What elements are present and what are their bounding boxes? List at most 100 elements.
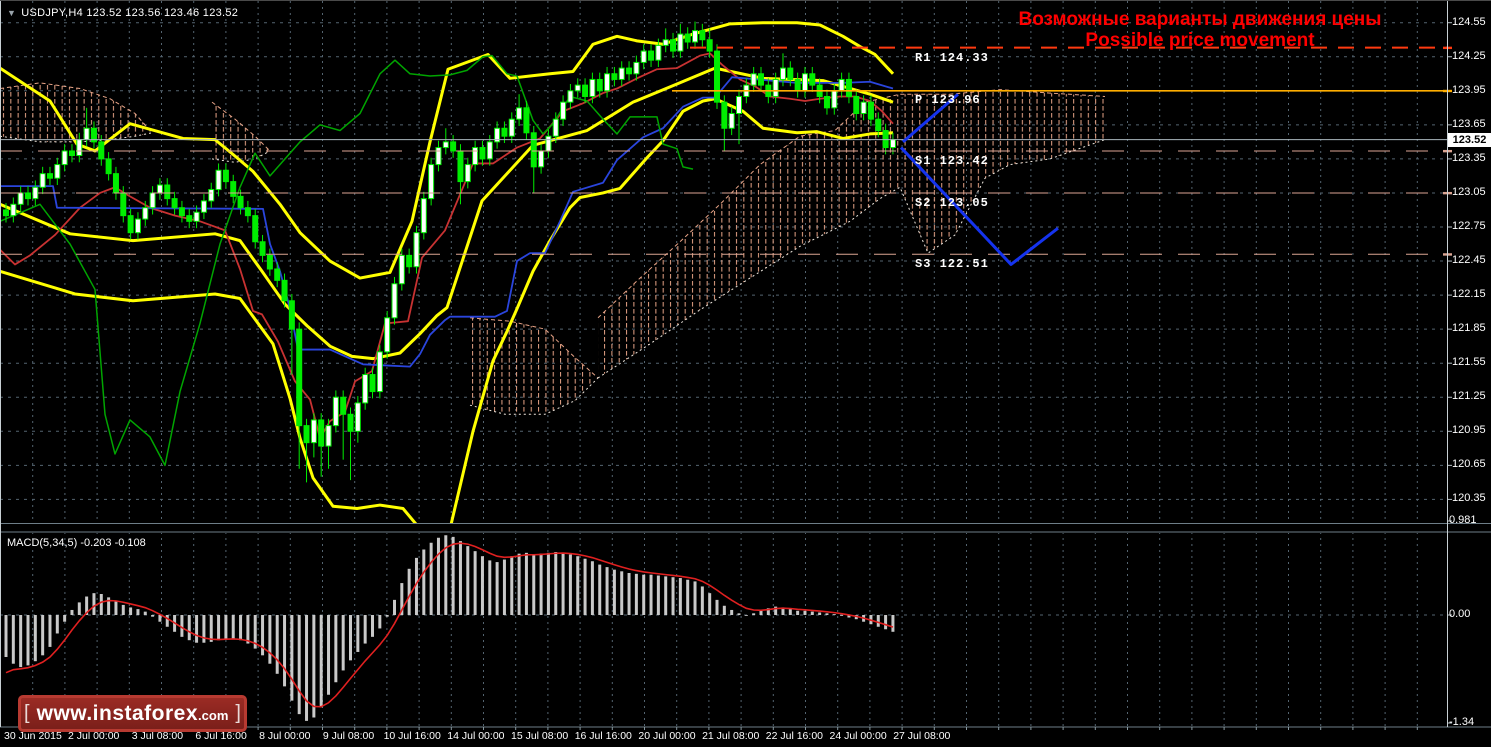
bull-candle	[655, 44, 662, 61]
bull-candle	[640, 50, 647, 63]
bull-candle	[391, 283, 398, 319]
date-tick-label[interactable]: 14 Jul 00:00	[447, 730, 504, 742]
date-tick-label[interactable]: 21 Jul 08:00	[702, 730, 759, 742]
bull-candle	[538, 150, 545, 168]
price-tick-label[interactable]: 122.75	[1452, 220, 1486, 232]
bear-candle	[450, 141, 457, 152]
bear-candle	[171, 198, 178, 209]
bull-candle	[838, 78, 845, 92]
bull-candle	[208, 189, 215, 202]
bear-candle	[457, 150, 464, 183]
bull-candle	[61, 150, 68, 166]
bull-candle	[200, 200, 207, 213]
bear-candle	[479, 147, 486, 160]
logo-suffix: .com	[198, 708, 229, 723]
date-tick-label[interactable]: 22 Jul 16:00	[766, 730, 823, 742]
price-tick-label[interactable]: 123.95	[1452, 84, 1486, 96]
date-tick-label[interactable]: 20 Jul 00:00	[638, 730, 695, 742]
bear-candle	[318, 419, 325, 447]
date-tick-label[interactable]: 10 Jul 16:00	[384, 730, 441, 742]
date-tick-label[interactable]: 27 Jul 08:00	[893, 730, 950, 742]
window-left-border	[0, 1, 1, 727]
price-tick-label[interactable]: 122.15	[1452, 288, 1486, 300]
price-tick-label[interactable]: 121.85	[1452, 322, 1486, 334]
date-tick-label[interactable]: 15 Jul 08:00	[511, 730, 568, 742]
annotation-text: Возможные варианты движения цены Possibl…	[960, 9, 1440, 51]
bear-candle	[501, 127, 508, 137]
macd-tick-label[interactable]: -1.34	[1449, 716, 1474, 728]
price-tick-label[interactable]: 120.35	[1452, 492, 1486, 504]
bear-candle	[794, 78, 801, 92]
bull-candle	[728, 113, 735, 129]
main-panel[interactable]	[0, 1, 1447, 545]
bull-candle	[589, 78, 596, 97]
price-tick-label[interactable]: 123.65	[1452, 118, 1486, 130]
bull-candle	[618, 67, 625, 80]
macd-tick-label[interactable]: 0.00	[1449, 608, 1470, 620]
bull-candle	[442, 141, 449, 149]
axis-separator[interactable]	[1447, 1, 1448, 727]
bull-candle	[398, 254, 405, 285]
bull-candle	[464, 164, 471, 183]
bear-candle	[281, 279, 288, 302]
bull-candle	[32, 186, 39, 200]
bull-candle	[662, 39, 669, 46]
price-tick-label[interactable]: 123.35	[1452, 152, 1486, 164]
bear-candle	[875, 118, 882, 132]
bull-candle	[860, 101, 867, 115]
bear-candle	[127, 215, 134, 234]
bull-candle	[552, 118, 559, 137]
bear-candle	[757, 73, 764, 86]
bull-candle	[142, 207, 149, 220]
bear-candle	[611, 73, 618, 80]
bull-candle	[354, 402, 361, 432]
price-tick-label[interactable]: 124.25	[1452, 50, 1486, 62]
bear-candle	[288, 300, 295, 330]
bull-candle	[508, 118, 515, 137]
price-tick-label[interactable]: 121.55	[1452, 356, 1486, 368]
bull-candle	[193, 211, 200, 222]
annotation-line-en: Possible price movement	[1085, 30, 1315, 51]
ichimoku-cloud-right	[598, 89, 1105, 378]
price-tick-label[interactable]: 122.45	[1452, 254, 1486, 266]
bear-candle	[340, 396, 347, 415]
bear-candle	[252, 215, 259, 243]
bull-candle	[736, 95, 742, 114]
symbol-quote-text: USDJPY,H4 123.52 123.56 123.46 123.52	[21, 7, 239, 19]
bear-candle	[523, 107, 530, 134]
bull-candle	[831, 90, 838, 109]
bear-candle	[867, 101, 874, 120]
price-chart-canvas[interactable]	[0, 1, 1491, 747]
bear-candle	[699, 30, 706, 41]
bear-candle	[259, 241, 266, 256]
date-tick-label[interactable]: 8 Jul 00:00	[259, 730, 310, 742]
bear-candle	[582, 84, 589, 97]
logo-open-bracket: [	[24, 702, 30, 724]
bear-candle	[3, 209, 9, 217]
bear-candle	[714, 50, 721, 103]
bull-candle	[472, 147, 479, 166]
price-tick-label[interactable]: 121.25	[1452, 390, 1486, 402]
bear-candle	[823, 95, 830, 109]
bear-candle	[882, 130, 889, 149]
price-tick-label[interactable]: 123.05	[1452, 186, 1486, 198]
price-tick-label[interactable]: 120.95	[1452, 424, 1486, 436]
bull-candle	[384, 317, 391, 353]
macd-tick-label[interactable]: 0.981	[1449, 514, 1477, 526]
date-tick-label[interactable]: 9 Jul 08:00	[323, 730, 374, 742]
price-tick-label[interactable]: 120.65	[1452, 458, 1486, 470]
date-tick-label[interactable]: 24 Jul 00:00	[829, 730, 886, 742]
bull-candle	[692, 30, 699, 43]
bull-candle	[215, 169, 222, 191]
macd-signal-line	[5, 542, 894, 708]
bear-candle	[266, 254, 273, 270]
bull-candle	[134, 218, 141, 234]
bear-candle	[164, 184, 171, 200]
bear-candle	[845, 78, 852, 97]
macd-histogram	[4, 535, 895, 721]
bull-candle	[516, 107, 523, 120]
bull-candle	[149, 192, 156, 209]
bear-candle	[706, 39, 713, 52]
date-tick-label[interactable]: 16 Jul 16:00	[575, 730, 632, 742]
price-tick-label[interactable]: 124.55	[1452, 16, 1486, 28]
